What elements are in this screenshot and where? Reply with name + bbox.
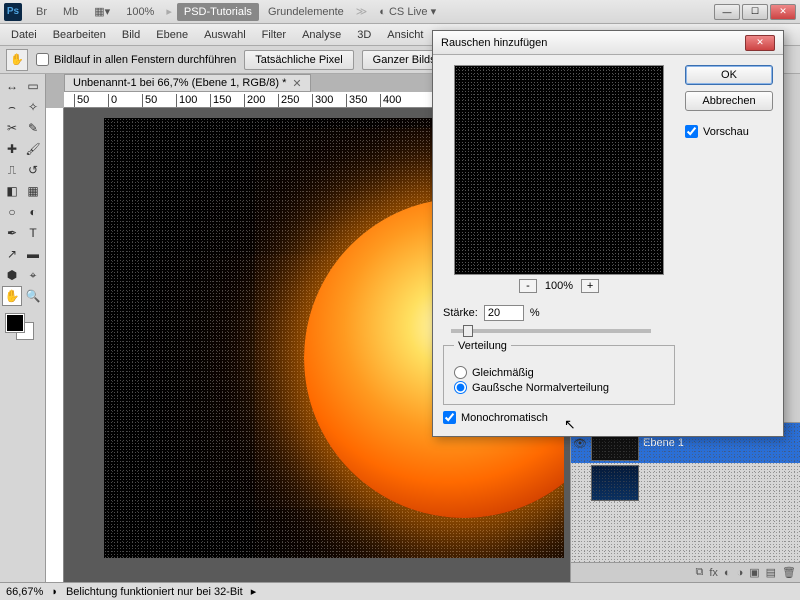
move-tool-icon[interactable]: ↔	[2, 76, 22, 96]
minimize-button[interactable]: —	[714, 4, 740, 20]
zoom-in-button[interactable]: +	[581, 279, 599, 293]
status-icon: ◗	[51, 586, 58, 598]
maximize-button[interactable]: ☐	[742, 4, 768, 20]
trash-icon[interactable]: 🗑	[782, 566, 796, 579]
hand-tool-icon[interactable]: ✋	[2, 286, 22, 306]
scroll-all-checkbox[interactable]: Bildlauf in allen Fenstern durchführen	[36, 53, 236, 66]
uniform-radio[interactable]: Gleichmäßig	[454, 366, 664, 379]
slider-thumb[interactable]	[463, 325, 473, 337]
menu-datei[interactable]: Datei	[4, 26, 44, 44]
menu-ansicht[interactable]: Ansicht	[380, 26, 430, 44]
layers-footer: ⧉ fx ◐ ◑ ▣ ▤ 🗑	[571, 562, 800, 582]
3d-tool-icon[interactable]: ⬢	[2, 265, 22, 285]
menu-ebene[interactable]: Ebene	[149, 26, 195, 44]
zoom-out-button[interactable]: -	[519, 279, 537, 293]
3d-camera-icon[interactable]: ⌖	[23, 265, 43, 285]
wand-tool-icon[interactable]: ✧	[23, 97, 43, 117]
heal-tool-icon[interactable]: ✚	[2, 139, 22, 159]
workspace-tab-grund[interactable]: Grundelemente	[261, 3, 351, 21]
adjust-icon[interactable]: ◑	[737, 567, 744, 579]
fx-icon[interactable]: fx	[709, 567, 718, 579]
separator: ▸	[166, 5, 172, 18]
eraser-tool-icon[interactable]: ◧	[2, 181, 22, 201]
mask-icon[interactable]: ◐	[724, 567, 731, 579]
dialog-close-button[interactable]: ✕	[745, 35, 775, 51]
new-layer-icon[interactable]: ▤	[766, 566, 776, 579]
marquee-tool-icon[interactable]: ▭	[23, 76, 43, 96]
color-swatches[interactable]	[2, 312, 43, 342]
strength-slider[interactable]	[451, 329, 651, 333]
close-button[interactable]: ✕	[770, 4, 796, 20]
ruler-vertical	[46, 108, 64, 582]
brush-tool-icon[interactable]: 🖌	[23, 139, 43, 159]
folder-icon[interactable]: ▣	[749, 566, 759, 579]
shape-tool-icon[interactable]: ▬	[23, 244, 43, 264]
link-icon[interactable]: ⧉	[695, 566, 703, 579]
menu-filter[interactable]: Filter	[255, 26, 293, 44]
strength-unit: %	[530, 307, 540, 319]
add-noise-dialog: Rauschen hinzufügen ✕ - 100% + Stärke: %…	[432, 30, 784, 437]
status-message: Belichtung funktioniert nur bei 32-Bit	[66, 586, 243, 598]
menu-analyse[interactable]: Analyse	[295, 26, 348, 44]
gaussian-radio[interactable]: Gaußsche Normalverteilung	[454, 381, 664, 394]
hand-tool-icon[interactable]: ✋	[6, 49, 28, 71]
chevron-right-icon[interactable]: ▸	[251, 585, 257, 598]
close-tab-icon[interactable]: ✕	[292, 77, 301, 90]
strength-input[interactable]	[484, 305, 524, 321]
gradient-tool-icon[interactable]: ▦	[23, 181, 43, 201]
menu-bearbeiten[interactable]: Bearbeiten	[46, 26, 113, 44]
type-tool-icon[interactable]: T	[23, 223, 43, 243]
gaussian-label: Gaußsche Normalverteilung	[472, 382, 609, 394]
monochromatic-checkbox[interactable]: Monochromatisch	[443, 411, 675, 424]
fg-color-swatch[interactable]	[6, 314, 24, 332]
menu-bild[interactable]: Bild	[115, 26, 147, 44]
bridge-button[interactable]: Br	[29, 3, 54, 21]
strength-label: Stärke:	[443, 307, 478, 319]
stamp-tool-icon[interactable]: ⎍	[2, 160, 22, 180]
distribution-title: Verteilung	[454, 340, 511, 352]
zoom-level[interactable]: 100%	[119, 3, 161, 21]
document-tab[interactable]: Unbenannt-1 bei 66,7% (Ebene 1, RGB/8) *…	[64, 74, 311, 92]
workspace-tab-psd[interactable]: PSD-Tutorials	[177, 3, 259, 21]
blur-tool-icon[interactable]: ○	[2, 202, 22, 222]
cancel-button[interactable]: Abbrechen	[685, 91, 773, 111]
preview-label: Vorschau	[703, 126, 749, 138]
mono-label: Monochromatisch	[461, 412, 548, 424]
path-tool-icon[interactable]: ↗	[2, 244, 22, 264]
noise-preview[interactable]	[454, 65, 664, 275]
history-brush-icon[interactable]: ↺	[23, 160, 43, 180]
menu-3d[interactable]: 3D	[350, 26, 378, 44]
toolbox: ↔ ▭ ⌢ ✧ ✂ ✎ ✚ 🖌 ⎍ ↺ ◧ ▦ ○ ◐ ✒ T ↗ ▬ ⬢ ⌖ …	[0, 74, 46, 582]
dialog-titlebar[interactable]: Rauschen hinzufügen ✕	[433, 31, 783, 55]
document-title: Unbenannt-1 bei 66,7% (Ebene 1, RGB/8) *	[73, 77, 286, 89]
pen-tool-icon[interactable]: ✒	[2, 223, 22, 243]
status-zoom[interactable]: 66,67%	[6, 586, 43, 598]
menu-auswahl[interactable]: Auswahl	[197, 26, 253, 44]
zoom-percent: 100%	[545, 280, 573, 292]
cslive-label: CS Live	[389, 6, 428, 18]
minibridge-button[interactable]: Mb	[56, 3, 85, 21]
uniform-label: Gleichmäßig	[472, 367, 534, 379]
zoom-tool-icon[interactable]: 🔍	[23, 286, 43, 306]
dodge-tool-icon[interactable]: ◐	[23, 202, 43, 222]
lasso-tool-icon[interactable]: ⌢	[2, 97, 22, 117]
view-extras-button[interactable]: ▦▾	[87, 2, 117, 21]
more-icon[interactable]: ≫	[356, 5, 368, 18]
distribution-fieldset: Verteilung Gleichmäßig Gaußsche Normalve…	[443, 345, 675, 405]
dialog-title: Rauschen hinzufügen	[441, 37, 547, 49]
eyedropper-tool-icon[interactable]: ✎	[23, 118, 43, 138]
preview-checkbox[interactable]: Vorschau	[685, 125, 773, 138]
ok-button[interactable]: OK	[685, 65, 773, 85]
app-titlebar: Ps Br Mb ▦▾ 100% ▸ PSD-Tutorials Grundel…	[0, 0, 800, 24]
cslive-button[interactable]: ◐ CS Live ▾	[372, 2, 443, 21]
statusbar: 66,67% ◗ Belichtung funktioniert nur bei…	[0, 582, 800, 600]
photoshop-logo-icon: Ps	[4, 3, 22, 21]
actual-pixels-button[interactable]: Tatsächliche Pixel	[244, 50, 353, 70]
layers-panel: 👁 Ebene 1 ⧉ fx ◐ ◑ ▣ ▤ 🗑	[571, 422, 800, 582]
scroll-all-label: Bildlauf in allen Fenstern durchführen	[54, 54, 236, 66]
crop-tool-icon[interactable]: ✂	[2, 118, 22, 138]
